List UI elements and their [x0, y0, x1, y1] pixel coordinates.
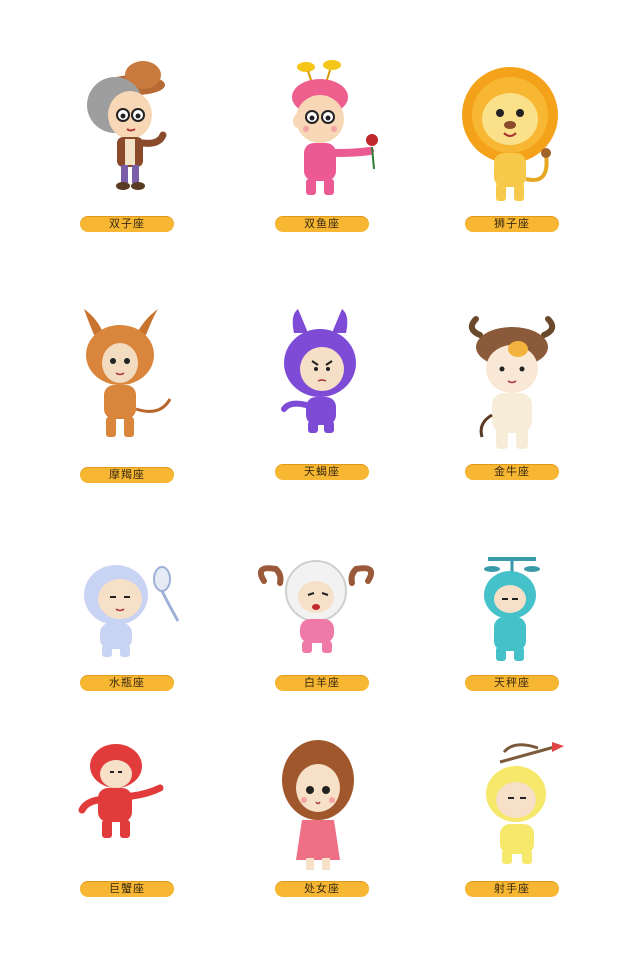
- sign-label: 金牛座: [465, 464, 559, 480]
- libra-illustration: [484, 557, 540, 661]
- sign-label: 双子座: [80, 216, 174, 232]
- sign-label: 巨蟹座: [80, 881, 174, 897]
- sign-label: 射手座: [465, 881, 559, 897]
- sign-card-virgo: 处女座: [220, 740, 420, 970]
- aquarius-illustration: [84, 565, 180, 657]
- sign-label: 狮子座: [465, 216, 559, 232]
- aries-illustration: [258, 560, 374, 653]
- sign-label: 处女座: [275, 881, 369, 897]
- sign-card-taurus: 金牛座: [420, 305, 620, 535]
- sign-label: 天蝎座: [275, 464, 369, 480]
- sign-card-scorpio: 天蝎座: [220, 305, 420, 535]
- cancer-illustration: [78, 744, 164, 838]
- sagittarius-illustration: [486, 742, 564, 864]
- virgo-illustration: [282, 740, 354, 870]
- sign-label: 水瓶座: [80, 675, 174, 691]
- sign-card-leo: 狮子座: [420, 55, 620, 285]
- sign-card-cancer: 巨蟹座: [20, 740, 220, 970]
- sign-label: 白羊座: [275, 675, 369, 691]
- sign-card-sagittarius: 射手座: [420, 740, 620, 970]
- sign-card-pisces: 双鱼座: [220, 55, 420, 285]
- sign-label: 摩羯座: [80, 467, 174, 483]
- sign-label: 双鱼座: [275, 216, 369, 232]
- sign-label: 天秤座: [465, 675, 559, 691]
- sign-card-capricorn: 摩羯座: [20, 305, 220, 535]
- sign-card-gemini: 双子座: [20, 55, 220, 285]
